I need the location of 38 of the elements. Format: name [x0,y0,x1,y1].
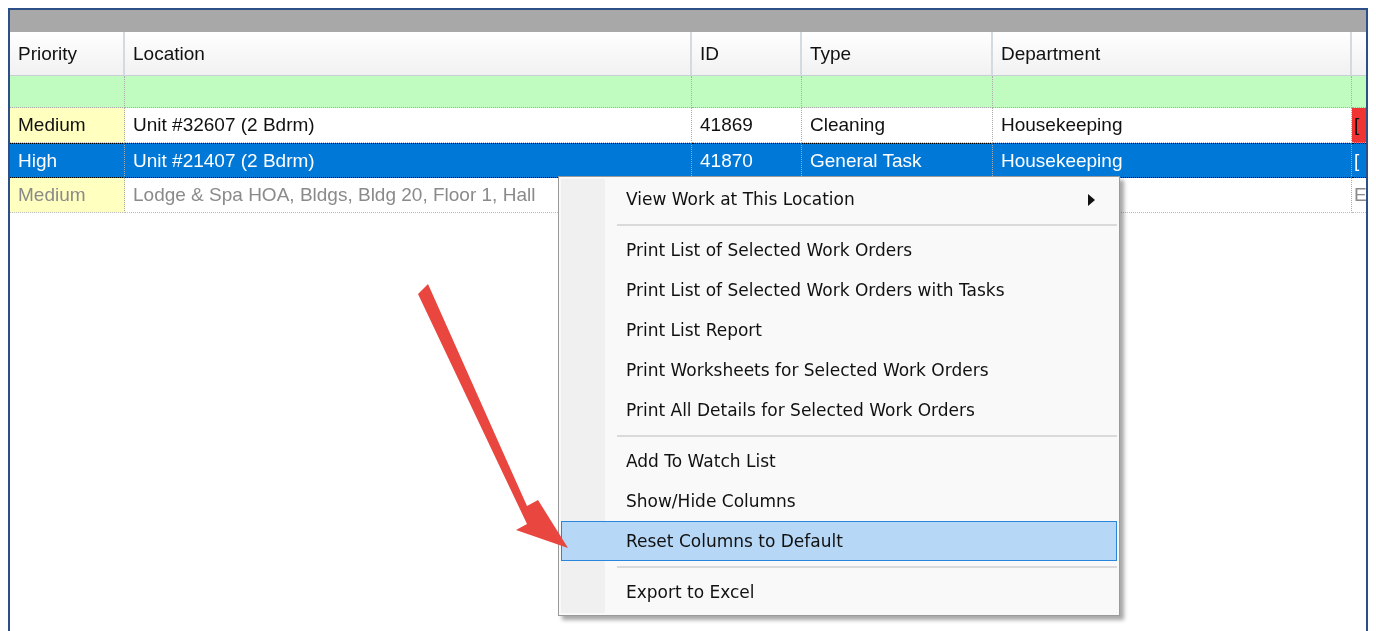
filter-cell[interactable] [1352,76,1366,108]
filter-cell[interactable] [125,76,692,108]
table-cell: Cleaning [810,114,885,136]
table-cell: E [1354,184,1366,206]
submenu-arrow-icon [1088,194,1096,206]
column-header[interactable]: Department [993,32,1352,76]
table-cell: Lodge & Spa HOA, Bldgs, Bldg 20, Floor 1, Hall [133,184,536,206]
menu-item[interactable]: Reset Columns to Default [561,521,1117,561]
table-cell: 41869 [700,114,753,136]
filter-cell[interactable] [692,76,802,108]
column-header[interactable]: Type [802,32,993,76]
column-header[interactable]: Priority [10,32,125,76]
table-cell: High [18,149,58,172]
table-row[interactable]: High [10,143,125,178]
table-cell: Unit #21407 (2 Bdrm) [133,149,315,172]
menu-item[interactable]: Print List Report [561,310,1117,350]
menu-item[interactable]: View Work at This Location [561,179,1117,219]
filter-cell[interactable] [10,76,125,108]
column-header[interactable]: Location [125,32,692,76]
table-cell: Medium [18,184,86,206]
menu-item[interactable]: Show/Hide Columns [561,481,1117,521]
menu-item[interactable]: Print All Details for Selected Work Orders [561,390,1117,430]
table-cell: Housekeeping [1001,114,1123,136]
menu-item[interactable]: Export to Excel [561,572,1117,612]
menu-item[interactable]: Print List of Selected Work Orders with Tasks [561,270,1117,310]
table-cell: Housekeeping [1001,149,1123,172]
table-cell: Medium [18,114,86,136]
table-cell: 41870 [700,149,753,172]
filter-cell[interactable] [802,76,993,108]
menu-item[interactable]: Add To Watch List [561,441,1117,481]
column-header[interactable]: ID [692,32,802,76]
menu-item[interactable]: Print Worksheets for Selected Work Orders [561,350,1117,390]
filter-cell[interactable] [993,76,1352,108]
table-cell: [ [1354,114,1360,136]
menu-item[interactable]: Print List of Selected Work Orders [561,230,1117,270]
table-cell: Unit #32607 (2 Bdrm) [133,114,315,136]
table-cell: General Task [810,149,922,172]
table-cell: [ [1354,149,1360,172]
